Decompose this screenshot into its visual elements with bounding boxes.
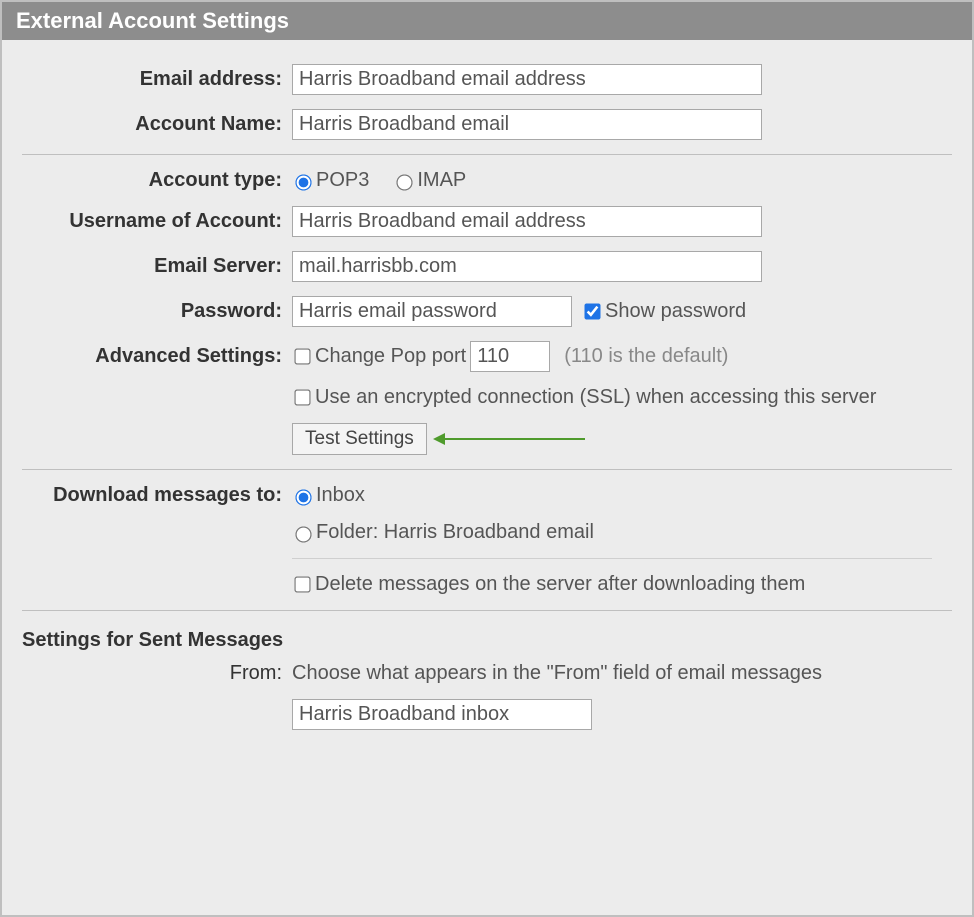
sent-messages-heading: Settings for Sent Messages bbox=[22, 629, 952, 652]
username-label: Username of Account: bbox=[22, 210, 292, 233]
show-password-option[interactable]: Show password bbox=[582, 300, 746, 323]
row-test-settings: Test Settings bbox=[22, 423, 952, 455]
email-server-input[interactable] bbox=[292, 251, 762, 282]
email-server-label: Email Server: bbox=[22, 255, 292, 278]
account-name-input[interactable] bbox=[292, 109, 762, 140]
row-username: Username of Account: bbox=[22, 206, 952, 237]
row-from-value bbox=[292, 699, 952, 730]
download-folder-label: Folder: Harris Broadband email bbox=[316, 521, 594, 544]
password-label: Password: bbox=[22, 300, 292, 323]
account-type-imap-option[interactable]: IMAP bbox=[393, 169, 466, 192]
account-name-label: Account Name: bbox=[22, 113, 292, 136]
from-description: Choose what appears in the "From" field … bbox=[292, 662, 822, 685]
pop-port-hint: (110 is the default) bbox=[564, 345, 728, 368]
download-inbox-label: Inbox bbox=[316, 484, 365, 507]
row-password: Password: Show password bbox=[22, 296, 952, 327]
email-address-input[interactable] bbox=[292, 64, 762, 95]
row-delete-after-download: Delete messages on the server after down… bbox=[22, 573, 952, 596]
row-download-to: Download messages to: Inbox bbox=[22, 484, 952, 507]
delete-after-download-checkbox[interactable] bbox=[294, 576, 310, 592]
download-folder-radio[interactable] bbox=[295, 526, 311, 542]
email-address-label: Email address: bbox=[22, 68, 292, 91]
row-from: From: Choose what appears in the "From" … bbox=[22, 662, 952, 685]
account-type-label: Account type: bbox=[22, 169, 292, 192]
password-input[interactable] bbox=[292, 296, 572, 327]
row-email-server: Email Server: bbox=[22, 251, 952, 282]
panel-title: External Account Settings bbox=[16, 8, 289, 33]
change-pop-port-option[interactable]: Change Pop port bbox=[292, 345, 466, 368]
ssl-option[interactable]: Use an encrypted connection (SSL) when a… bbox=[292, 386, 876, 409]
row-account-type: Account type: POP3 IMAP bbox=[22, 169, 952, 192]
download-folder-option[interactable]: Folder: Harris Broadband email bbox=[292, 521, 594, 544]
show-password-checkbox[interactable] bbox=[584, 303, 600, 319]
account-type-imap-radio[interactable] bbox=[397, 174, 413, 190]
ssl-label: Use an encrypted connection (SSL) when a… bbox=[315, 386, 876, 409]
delete-after-download-label: Delete messages on the server after down… bbox=[315, 573, 805, 596]
test-settings-button[interactable]: Test Settings bbox=[292, 423, 427, 455]
row-account-name: Account Name: bbox=[22, 109, 952, 140]
row-advanced-settings: Advanced Settings: Change Pop port (110 … bbox=[22, 341, 952, 372]
external-account-settings-panel: External Account Settings Email address:… bbox=[0, 0, 974, 917]
download-inbox-option[interactable]: Inbox bbox=[292, 484, 365, 507]
pop-port-input[interactable] bbox=[470, 341, 550, 372]
panel-titlebar: External Account Settings bbox=[2, 2, 972, 40]
download-inbox-radio[interactable] bbox=[295, 489, 311, 505]
ssl-checkbox[interactable] bbox=[294, 389, 310, 405]
account-type-pop3-option[interactable]: POP3 bbox=[292, 169, 369, 192]
change-pop-port-checkbox[interactable] bbox=[294, 348, 310, 364]
from-input[interactable] bbox=[292, 699, 592, 730]
show-password-label: Show password bbox=[605, 300, 746, 323]
divider-2 bbox=[22, 469, 952, 470]
advanced-settings-label: Advanced Settings: bbox=[22, 345, 292, 368]
row-email-address: Email address: bbox=[22, 64, 952, 95]
from-label: From: bbox=[22, 662, 292, 685]
username-input[interactable] bbox=[292, 206, 762, 237]
row-download-folder: Folder: Harris Broadband email bbox=[22, 521, 952, 544]
account-type-pop3-radio[interactable] bbox=[295, 174, 311, 190]
annotation-arrow-icon bbox=[435, 438, 585, 440]
row-ssl-option: Use an encrypted connection (SSL) when a… bbox=[22, 386, 952, 409]
divider-download-sub bbox=[292, 558, 932, 559]
download-to-label: Download messages to: bbox=[22, 484, 292, 507]
divider-3 bbox=[22, 610, 952, 611]
panel-content: Email address: Account Name: Account typ… bbox=[2, 40, 972, 730]
account-type-pop3-label: POP3 bbox=[316, 169, 369, 192]
change-pop-port-label: Change Pop port bbox=[315, 345, 466, 368]
delete-after-download-option[interactable]: Delete messages on the server after down… bbox=[292, 573, 805, 596]
account-type-imap-label: IMAP bbox=[417, 169, 466, 192]
divider-1 bbox=[22, 154, 952, 155]
